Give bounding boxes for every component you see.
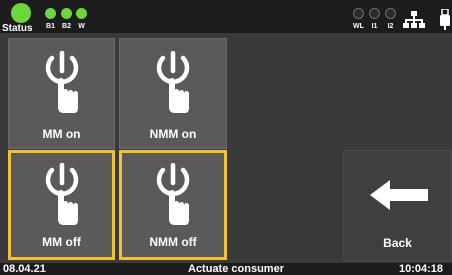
power-hand-icon xyxy=(34,163,90,227)
led-icon xyxy=(353,8,364,19)
nmm-on-button[interactable]: NMM on xyxy=(119,38,227,149)
indicator-label: I1 xyxy=(371,23,378,30)
indicator-w: W xyxy=(74,8,89,32)
top-status-bar: Status B1 B2 W WL I1 I2 xyxy=(0,0,452,34)
indicator-i1: I1 xyxy=(367,8,382,32)
date-text: 08.04.21 xyxy=(3,263,46,275)
indicator-label: WL xyxy=(353,23,364,30)
time-text: 10:04:18 xyxy=(399,263,444,275)
indicator-b1: B1 xyxy=(43,8,58,32)
network-icon xyxy=(403,11,425,28)
tile-label: NMM on xyxy=(149,127,197,141)
bottom-status-bar: 08.04.21 Actuate consumer 10:04:18 xyxy=(0,263,452,275)
indicator-wl: WL xyxy=(351,8,366,32)
mm-off-button[interactable]: MM off xyxy=(8,150,115,260)
led-icon xyxy=(76,8,87,19)
tile-label: NMM off xyxy=(149,235,197,249)
indicator-label: B1 xyxy=(46,23,55,30)
tile-label: MM on xyxy=(42,127,81,141)
indicator-label: B2 xyxy=(62,23,71,30)
back-label: Back xyxy=(383,236,412,250)
indicator-label: I2 xyxy=(387,23,394,30)
led-icon xyxy=(45,8,56,19)
indicator-label: W xyxy=(78,23,85,30)
back-button[interactable]: Back xyxy=(343,150,452,261)
screen-title: Actuate consumer xyxy=(188,263,284,275)
indicator-b2: B2 xyxy=(59,8,74,32)
nmm-off-button[interactable]: NMM off xyxy=(119,150,227,260)
power-hand-icon xyxy=(145,163,201,227)
indicator-i2: I2 xyxy=(383,8,398,32)
status-indicator[interactable]: Status xyxy=(2,3,38,34)
power-hand-icon xyxy=(34,51,90,115)
status-led-icon xyxy=(11,3,31,23)
power-hand-icon xyxy=(145,51,201,115)
main-panel: MM on NMM on MM off NMM off Back xyxy=(0,33,452,263)
usb-icon xyxy=(440,9,450,30)
arrow-left-icon xyxy=(370,180,428,210)
tile-label: MM off xyxy=(42,235,81,249)
led-icon xyxy=(61,8,72,19)
mm-on-button[interactable]: MM on xyxy=(8,38,115,149)
led-icon xyxy=(385,8,396,19)
led-icon xyxy=(369,8,380,19)
